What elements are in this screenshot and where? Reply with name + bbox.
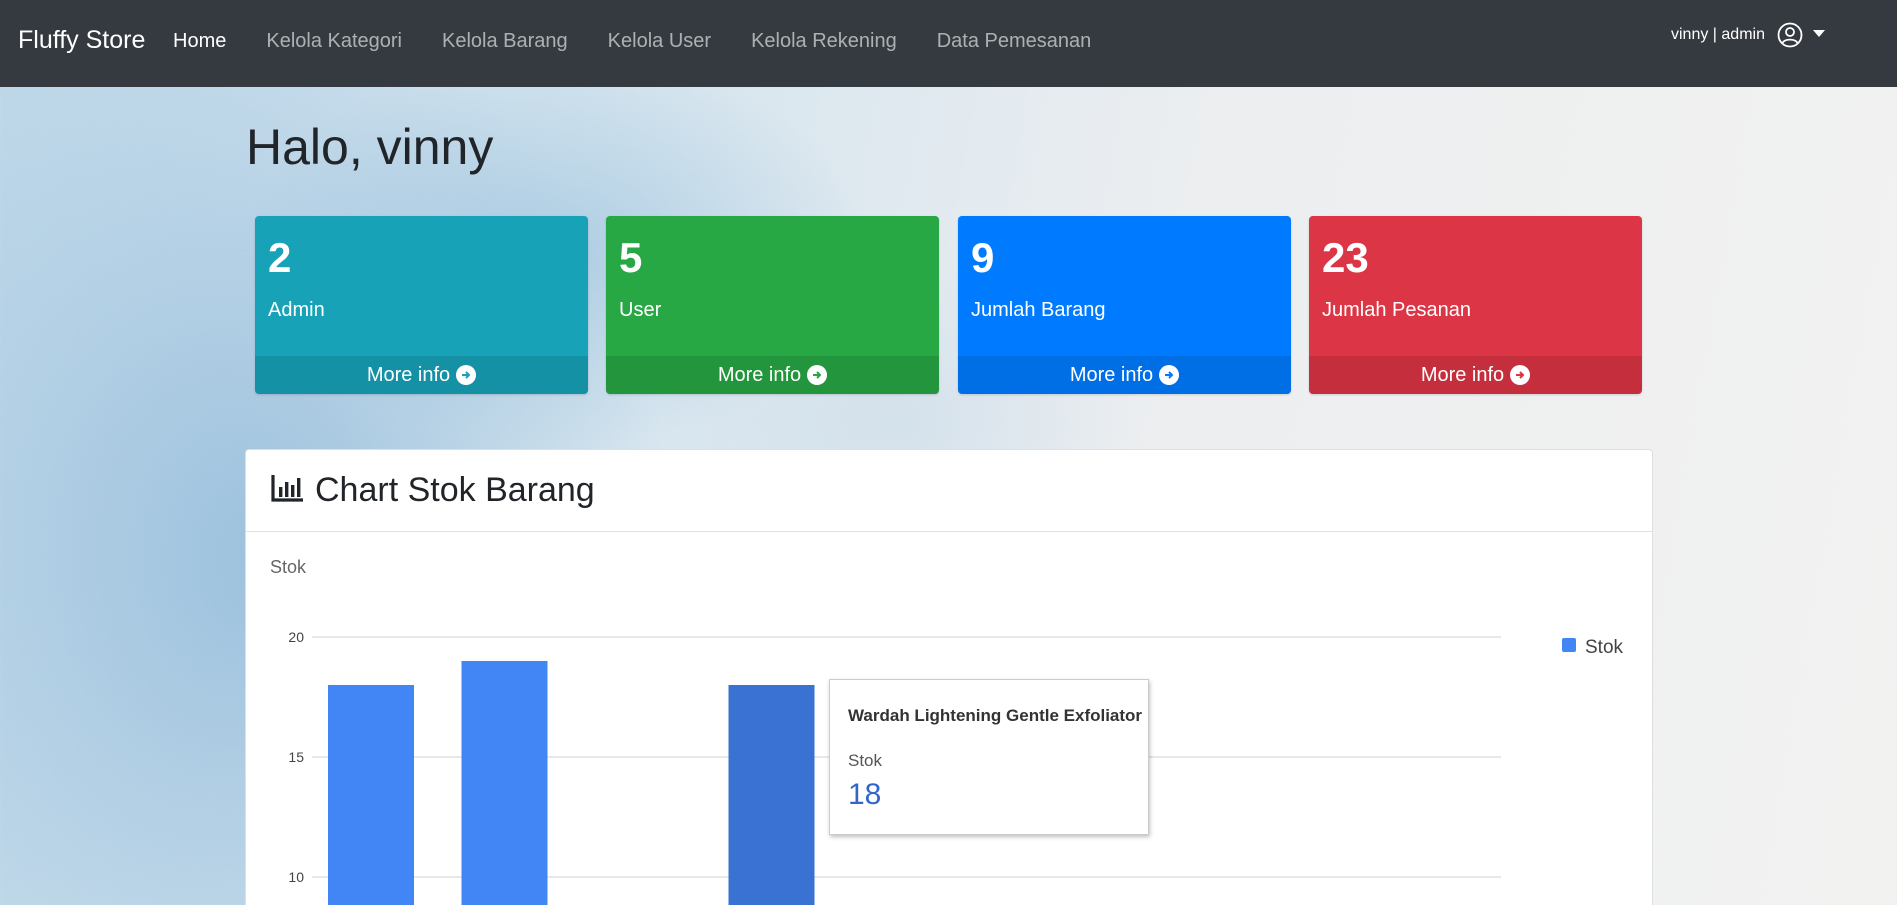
y-tick-label: 10	[288, 869, 304, 885]
stat-label: Jumlah Barang	[971, 299, 1106, 321]
top-navbar: Fluffy Store Home Kelola Kategori Kelola…	[0, 0, 1897, 87]
more-info-link[interactable]: More info	[1309, 356, 1642, 394]
y-axis-title: Stok	[270, 557, 307, 577]
stat-box-jumlah-barang: 9 Jumlah Barang More info	[958, 216, 1291, 394]
chart-bar[interactable]	[728, 685, 815, 905]
arrow-circle-right-icon	[456, 365, 477, 385]
chart-area: Stok 10 15 20 Stok Wardah Lightening Gentl…	[246, 533, 1652, 905]
nav-kelola-barang[interactable]: Kelola Barang	[442, 30, 568, 53]
arrow-circle-right-icon	[807, 365, 828, 385]
nav-kelola-kategori[interactable]: Kelola Kategori	[266, 30, 402, 53]
chart-card: Chart Stok Barang Stok 10 15 20 Stok Warda…	[245, 449, 1653, 905]
stat-label: User	[619, 299, 662, 321]
stat-box-jumlah-pesanan: 23 Jumlah Pesanan More info	[1309, 216, 1642, 394]
stat-value: 5	[619, 234, 643, 281]
user-circle-icon	[1777, 22, 1803, 48]
brand-logo[interactable]: Fluffy Store	[18, 26, 145, 55]
legend-swatch	[1562, 638, 1576, 652]
user-name-role: vinny | admin	[1671, 26, 1765, 43]
user-menu[interactable]: vinny | admin	[1671, 22, 1825, 48]
card-header: Chart Stok Barang	[246, 450, 1652, 532]
nav-links: Home Kelola Kategori Kelola Barang Kelol…	[173, 30, 1131, 53]
tooltip-title: Wardah Lightening Gentle Exfoliator	[848, 706, 1143, 725]
more-info-label: More info	[1069, 363, 1154, 386]
tooltip-value: 18	[848, 778, 882, 811]
tooltip-series-label: Stok	[848, 751, 883, 770]
stat-value: 2	[268, 234, 292, 281]
stat-value: 23	[1322, 234, 1369, 281]
nav-kelola-user[interactable]: Kelola User	[608, 30, 711, 53]
more-info-label: More info	[366, 363, 451, 386]
stat-label: Admin	[268, 299, 325, 321]
stat-box-admin: 2 Admin More info	[255, 216, 588, 394]
stat-value: 9	[971, 234, 995, 281]
more-info-link[interactable]: More info	[606, 356, 939, 394]
chart-bar[interactable]	[328, 685, 414, 905]
nav-data-pemesanan[interactable]: Data Pemesanan	[937, 30, 1092, 53]
more-info-link[interactable]: More info	[255, 356, 588, 394]
y-tick-label: 20	[288, 629, 304, 645]
legend-label: Stok	[1585, 637, 1624, 658]
y-tick-label: 15	[288, 749, 304, 765]
more-info-link[interactable]: More info	[958, 356, 1291, 394]
arrow-circle-right-icon	[1159, 365, 1180, 385]
chevron-down-icon	[1812, 29, 1825, 37]
card-title: Chart Stok Barang	[315, 471, 595, 509]
nav-home[interactable]: Home	[173, 30, 226, 53]
more-info-label: More info	[717, 363, 802, 386]
more-info-label: More info	[1420, 363, 1505, 386]
page-greeting: Halo, vinny	[246, 119, 494, 175]
stat-label: Jumlah Pesanan	[1322, 299, 1471, 321]
stat-box-user: 5 User More info	[606, 216, 939, 394]
arrow-circle-right-icon	[1510, 365, 1531, 385]
chart-bar[interactable]	[461, 661, 548, 905]
nav-kelola-rekening[interactable]: Kelola Rekening	[751, 30, 897, 53]
chart-tooltip: Wardah Lightening Gentle Exfoliator Stok…	[829, 679, 1149, 835]
chart-bar-icon	[271, 473, 305, 508]
